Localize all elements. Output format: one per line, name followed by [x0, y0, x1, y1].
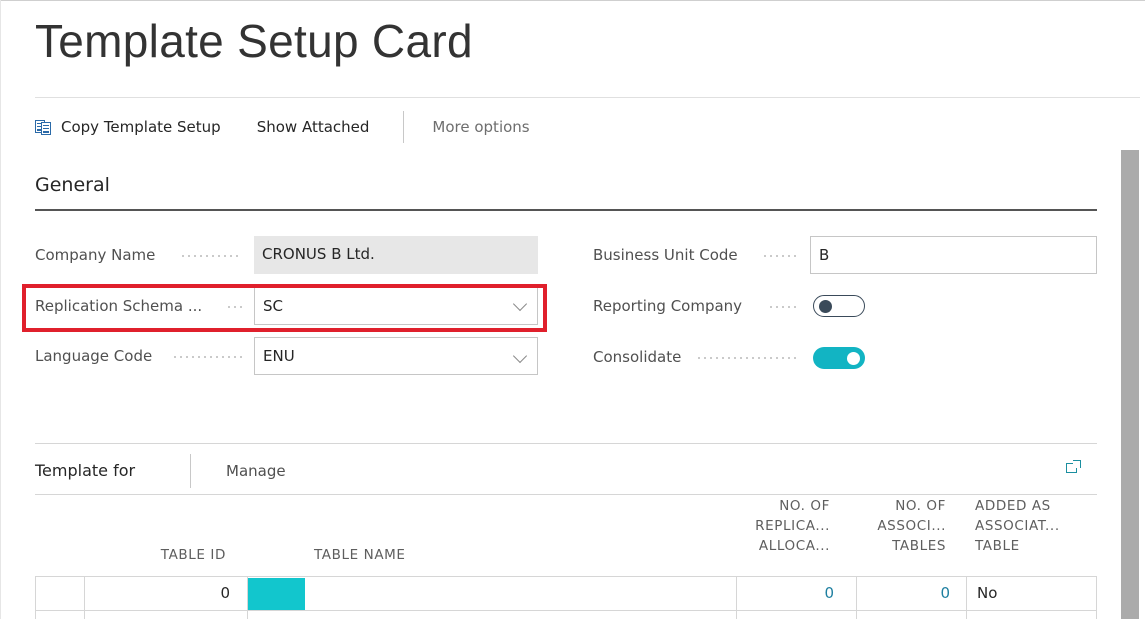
company-name-label: Company Name [35, 246, 156, 264]
column-header-replica-allocation[interactable]: NO. OF REPLICA... ALLOCA... [736, 496, 830, 556]
column-header-table-id[interactable]: TABLE ID [120, 545, 226, 565]
table-id-cell[interactable]: 0 [120, 584, 230, 602]
company-name-field: CRONUS B Ltd. [254, 236, 538, 274]
replication-schema-label: Replication Schema ... [35, 297, 203, 315]
business-unit-code-input[interactable]: B [810, 236, 1097, 274]
language-code-label: Language Code [35, 347, 153, 365]
replication-schema-select[interactable]: SC [254, 287, 538, 325]
window-left-border [0, 0, 1, 619]
table-header-divider [35, 576, 1097, 577]
vertical-scrollbar[interactable] [1121, 150, 1139, 619]
leader-dots [762, 255, 800, 257]
copy-template-setup-button[interactable]: Copy Template Setup [35, 118, 221, 136]
reporting-company-toggle[interactable] [813, 295, 865, 317]
subpage-header-divider [35, 494, 1097, 495]
general-section-title[interactable]: General [35, 174, 110, 196]
subpage-action-separator [190, 454, 191, 488]
action-bar: Copy Template Setup Show Attached More o… [35, 111, 530, 143]
leader-dots [226, 306, 242, 308]
leader-dots [180, 255, 242, 257]
column-header-associated-tables[interactable]: NO. OF ASSOCI... TABLES [856, 496, 946, 556]
leader-dots [768, 306, 798, 308]
window-top-border [0, 0, 1145, 1]
column-header-table-name[interactable]: TABLE NAME [314, 545, 406, 565]
chevron-down-icon [512, 348, 528, 364]
general-section-divider [35, 209, 1097, 211]
business-unit-code-label: Business Unit Code [593, 246, 738, 264]
company-name-value: CRONUS B Ltd. [262, 245, 375, 263]
added-as-associated-cell[interactable]: No [977, 584, 997, 602]
more-options-button[interactable]: More options [432, 118, 529, 136]
more-options-label: More options [432, 118, 530, 136]
leader-dots [696, 357, 798, 359]
show-attached-button[interactable]: Show Attached [257, 118, 370, 136]
reporting-company-label: Reporting Company [593, 297, 743, 315]
table-row-divider [35, 610, 1097, 611]
table-grid-line [35, 576, 36, 619]
manage-button[interactable]: Manage [226, 462, 286, 480]
copy-icon [35, 120, 55, 135]
toggle-knob [819, 299, 832, 313]
show-attached-label: Show Attached [256, 118, 370, 136]
title-divider [35, 97, 1140, 98]
language-code-select[interactable]: ENU [254, 337, 538, 375]
subpage-top-divider [35, 443, 1097, 444]
copy-template-setup-label: Copy Template Setup [61, 118, 221, 136]
action-separator [403, 111, 405, 143]
leader-dots [172, 356, 242, 358]
expand-icon[interactable] [1066, 460, 1082, 474]
consolidate-label: Consolidate [593, 348, 682, 366]
chevron-down-icon [512, 296, 528, 312]
replica-allocation-cell[interactable]: 0 [736, 584, 834, 602]
replication-schema-value: SC [263, 297, 283, 315]
page-title: Template Setup Card [35, 15, 473, 67]
table-grid-line [966, 576, 967, 619]
associated-tables-cell[interactable]: 0 [856, 584, 950, 602]
template-for-title[interactable]: Template for [35, 461, 135, 480]
table-grid-line [1096, 576, 1097, 619]
consolidate-toggle[interactable] [813, 347, 865, 369]
row-selection-indicator[interactable] [248, 578, 305, 610]
language-code-value: ENU [263, 347, 295, 365]
table-grid-line [84, 576, 85, 619]
toggle-knob [847, 351, 860, 365]
column-header-added-as-associated[interactable]: ADDED AS ASSOCIAT... TABLE [975, 496, 1060, 556]
business-unit-code-value: B [819, 246, 830, 264]
